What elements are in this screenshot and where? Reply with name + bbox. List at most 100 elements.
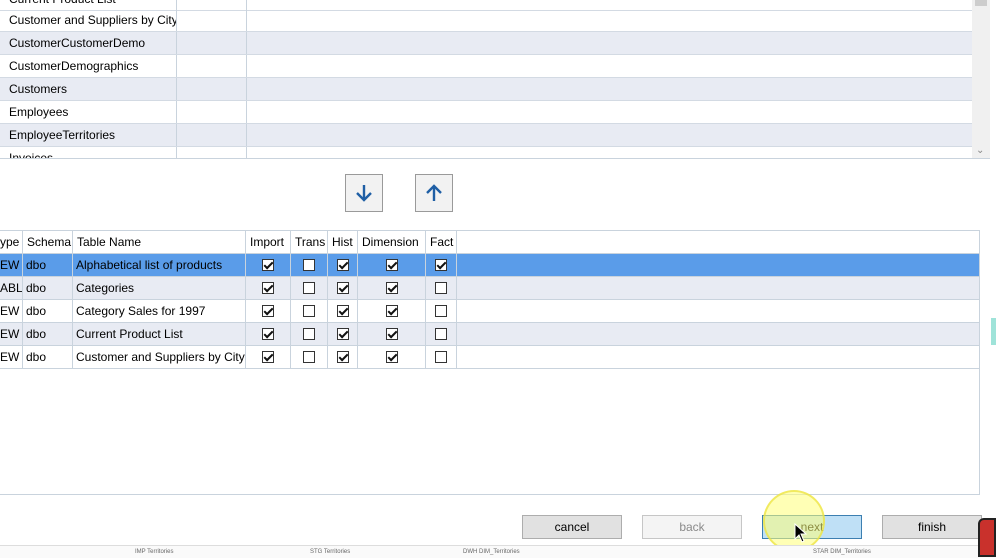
dimension-cell <box>358 300 426 322</box>
fact-cell <box>426 323 457 345</box>
fact-checkbox[interactable] <box>435 351 447 363</box>
cell-table-name[interactable]: Current Product List <box>73 323 246 345</box>
arrow-up-icon <box>426 184 442 201</box>
column-header-schema[interactable]: Schema <box>23 231 73 253</box>
list-item-label: Customer and Suppliers by City <box>0 9 177 31</box>
import-checkbox[interactable] <box>262 305 274 317</box>
table-row[interactable]: EW dbo Current Product List <box>0 323 979 346</box>
table-row[interactable]: EW dbo Category Sales for 1997 <box>0 300 979 323</box>
import-checkbox[interactable] <box>262 282 274 294</box>
list-item-cell <box>177 78 247 100</box>
background-window-fragment <box>978 518 996 557</box>
fact-cell <box>426 346 457 368</box>
source-table-list[interactable]: Current Product List Customer and Suppli… <box>0 0 990 159</box>
list-item-cell <box>177 55 247 77</box>
fact-checkbox[interactable] <box>435 259 447 271</box>
hist-checkbox[interactable] <box>336 282 349 294</box>
next-button[interactable]: next <box>762 515 862 539</box>
cell-table-name[interactable]: Alphabetical list of products <box>73 254 246 276</box>
list-item-cell <box>177 32 247 54</box>
list-item-label: CustomerDemographics <box>0 55 177 77</box>
fact-checkbox[interactable] <box>435 305 447 317</box>
list-item[interactable]: CustomerDemographics <box>0 55 972 78</box>
hist-checkbox[interactable] <box>336 305 349 317</box>
list-item[interactable]: Invoices <box>0 147 972 158</box>
trans-checkbox[interactable] <box>303 328 315 340</box>
fact-checkbox[interactable] <box>435 282 447 294</box>
cell-type[interactable]: EW <box>0 254 23 276</box>
hist-cell <box>328 300 358 322</box>
cell-table-name[interactable]: Categories <box>73 277 246 299</box>
cell-schema[interactable]: dbo <box>23 277 73 299</box>
trans-cell <box>291 323 328 345</box>
trans-cell <box>291 300 328 322</box>
table-row[interactable]: EW dbo Alphabetical list of products <box>0 254 979 277</box>
import-checkbox[interactable] <box>262 259 274 271</box>
scrollbar-thumb[interactable] <box>975 0 987 6</box>
column-header-import[interactable]: Import <box>246 231 291 253</box>
column-header-hist[interactable]: Hist <box>328 231 358 253</box>
scroll-down-icon[interactable]: ⌄ <box>976 145 984 156</box>
dimension-cell <box>358 277 426 299</box>
import-checkbox[interactable] <box>262 328 274 340</box>
list-item[interactable]: EmployeeTerritories <box>0 124 972 147</box>
hist-checkbox[interactable] <box>336 259 349 271</box>
column-header-table-name[interactable]: Table Name <box>73 231 246 253</box>
dimension-cell <box>358 254 426 276</box>
fact-cell <box>426 300 457 322</box>
list-item-label: Invoices <box>0 147 177 158</box>
hist-cell <box>328 277 358 299</box>
cell-type[interactable]: EW <box>0 300 23 322</box>
cell-table-name[interactable]: Category Sales for 1997 <box>73 300 246 322</box>
fact-checkbox[interactable] <box>435 328 447 340</box>
dimension-checkbox[interactable] <box>385 351 398 363</box>
hist-checkbox[interactable] <box>336 351 349 363</box>
move-down-button[interactable] <box>345 174 383 212</box>
cell-table-name[interactable]: Customer and Suppliers by City <box>73 346 246 368</box>
diagram-node-label: STAR DIM_Territories <box>813 549 871 555</box>
list-item[interactable]: Customers <box>0 78 972 101</box>
trans-checkbox[interactable] <box>303 351 315 363</box>
selected-tables-grid[interactable]: ype Schema Table Name Import Trans Hist … <box>0 230 980 495</box>
cell-type[interactable]: ABLE <box>0 277 23 299</box>
list-item[interactable]: Customer and Suppliers by City <box>0 9 972 32</box>
grid-header: ype Schema Table Name Import Trans Hist … <box>0 231 979 254</box>
fact-cell <box>426 254 457 276</box>
diagram-node-label: DWH DIM_Territories <box>463 549 520 555</box>
column-header-fact[interactable]: Fact <box>426 231 457 253</box>
dimension-cell <box>358 346 426 368</box>
fact-cell <box>426 277 457 299</box>
column-header-dimension[interactable]: Dimension <box>358 231 426 253</box>
cell-schema[interactable]: dbo <box>23 323 73 345</box>
vertical-scrollbar[interactable]: ⌄ <box>972 0 990 158</box>
back-button[interactable]: back <box>642 515 742 539</box>
cell-schema[interactable]: dbo <box>23 346 73 368</box>
list-item-cell <box>177 101 247 123</box>
trans-cell <box>291 254 328 276</box>
table-row[interactable]: ABLEdboCategories <box>0 277 979 300</box>
list-item[interactable]: CustomerCustomerDemo <box>0 32 972 55</box>
cell-schema[interactable]: dbo <box>23 300 73 322</box>
cancel-button[interactable]: cancel <box>522 515 622 539</box>
cell-schema[interactable]: dbo <box>23 254 73 276</box>
list-item-label: EmployeeTerritories <box>0 124 177 146</box>
cell-type[interactable]: EW <box>0 346 23 368</box>
hist-cell <box>328 346 358 368</box>
table-row[interactable]: EW dbo Customer and Suppliers by City <box>0 346 979 369</box>
dimension-checkbox[interactable] <box>385 328 398 340</box>
column-header-trans[interactable]: Trans <box>291 231 328 253</box>
cell-type[interactable]: EW <box>0 323 23 345</box>
trans-checkbox[interactable] <box>303 259 315 271</box>
import-cell <box>246 323 291 345</box>
dimension-checkbox[interactable] <box>385 259 398 271</box>
move-up-button[interactable] <box>415 174 453 212</box>
list-item[interactable]: Employees <box>0 101 972 124</box>
import-checkbox[interactable] <box>262 351 274 363</box>
column-header-type[interactable]: ype <box>0 231 23 253</box>
finish-button[interactable]: finish <box>882 515 982 539</box>
trans-checkbox[interactable] <box>303 282 315 294</box>
hist-checkbox[interactable] <box>336 328 349 340</box>
dimension-checkbox[interactable] <box>385 305 398 317</box>
dimension-checkbox[interactable] <box>385 282 398 294</box>
trans-checkbox[interactable] <box>303 305 315 317</box>
